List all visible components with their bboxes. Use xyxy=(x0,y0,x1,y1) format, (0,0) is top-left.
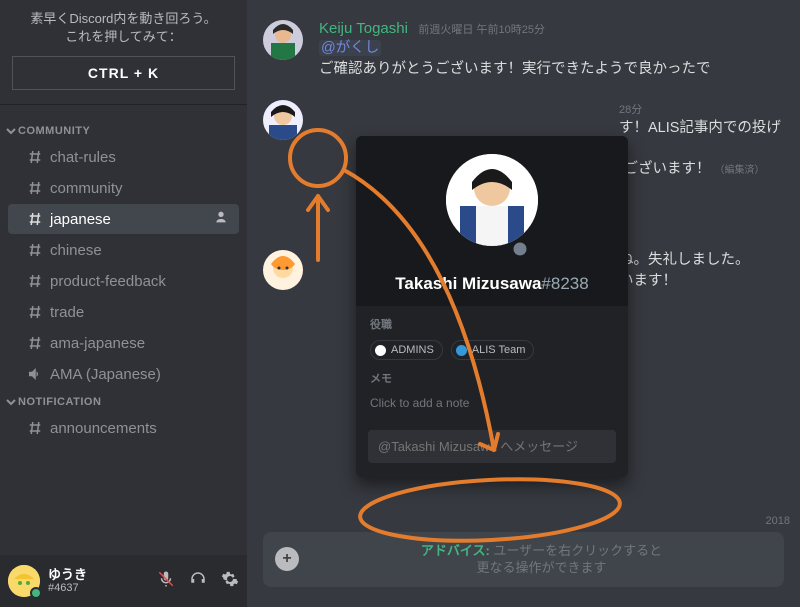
channel-item[interactable]: community xyxy=(8,173,239,203)
author-avatar[interactable] xyxy=(263,100,303,140)
user-popout: Takashi Mizusawa#8238 役職 ADMINS ALIS Team… xyxy=(356,136,628,477)
status-indicator xyxy=(30,587,42,599)
note-label: メモ xyxy=(370,370,614,386)
channel-item[interactable]: AMA (Japanese) xyxy=(8,359,239,389)
roles-label: 役職 xyxy=(370,316,614,332)
quick-switcher: 素早くDiscord内を動き回ろう。 これを押してみて： CTRL + K xyxy=(0,0,247,105)
message-timestamp: 28分 xyxy=(619,104,642,116)
note-input[interactable]: Click to add a note xyxy=(370,394,614,420)
channel-category[interactable]: NOTIFICATION xyxy=(0,390,247,412)
role-chip[interactable]: ADMINS xyxy=(370,340,443,360)
role-color-dot xyxy=(375,345,386,356)
user-panel: ゆうき #4637 xyxy=(0,555,247,607)
add-member-icon[interactable] xyxy=(215,209,231,229)
hash-icon xyxy=(26,210,44,228)
channel-name: chat-rules xyxy=(50,149,116,166)
channel-name: AMA (Japanese) xyxy=(50,366,161,383)
hash-icon xyxy=(26,419,44,437)
channel-name: announcements xyxy=(50,420,157,437)
channel-list: COMMUNITY chat-rules community japanese chin… xyxy=(0,105,247,555)
dm-input[interactable] xyxy=(368,430,616,463)
message-composer[interactable]: + アドバイス: ユーザーを右クリックすると 更なる操作ができます xyxy=(263,532,784,587)
roles-list: ADMINS ALIS Team xyxy=(370,340,614,360)
attach-icon[interactable]: + xyxy=(275,547,299,571)
popout-avatar[interactable] xyxy=(446,154,538,246)
message-content: @がくしご確認ありがとうございます！実行できたようで良かったで xyxy=(319,38,784,80)
hash-icon xyxy=(26,148,44,166)
channel-item[interactable]: chat-rules xyxy=(8,142,239,172)
channel-name: ama-japanese xyxy=(50,335,145,352)
composer-tip: アドバイス: ユーザーを右クリックすると 更なる操作ができます xyxy=(311,542,772,577)
hash-icon xyxy=(26,179,44,197)
channel-item[interactable]: chinese xyxy=(8,235,239,265)
channel-name: chinese xyxy=(50,242,102,259)
role-chip[interactable]: ALIS Team xyxy=(451,340,535,360)
mute-icon[interactable] xyxy=(157,570,175,593)
role-color-dot xyxy=(456,345,467,356)
edited-tag: （編集済） xyxy=(715,165,765,176)
channel-name: japanese xyxy=(50,211,111,228)
self-discriminator: #4637 xyxy=(48,582,87,594)
channel-item[interactable]: japanese xyxy=(8,204,239,234)
hash-icon xyxy=(26,272,44,290)
speaker-icon xyxy=(26,365,44,383)
role-name: ALIS Team xyxy=(472,344,526,356)
popout-username: Takashi Mizusawa xyxy=(395,274,541,293)
message-timestamp: 前週火曜日 午前10時25分 xyxy=(418,24,545,36)
channel-name: community xyxy=(50,180,123,197)
author-avatar[interactable] xyxy=(263,250,303,290)
self-username: ゆうき xyxy=(48,568,87,582)
channel-item[interactable]: trade xyxy=(8,297,239,327)
quick-switch-text-2: これを押してみて： xyxy=(12,28,235,46)
author-name[interactable]: Keiju Togashi xyxy=(319,20,408,37)
settings-icon[interactable] xyxy=(221,570,239,593)
self-avatar[interactable] xyxy=(8,565,40,597)
quick-switch-text-1: 素早くDiscord内を動き回ろう。 xyxy=(12,10,235,28)
role-name: ADMINS xyxy=(391,344,434,356)
channel-name: product-feedback xyxy=(50,273,166,290)
channel-item[interactable]: product-feedback xyxy=(8,266,239,296)
channel-item[interactable]: announcements xyxy=(8,413,239,443)
channel-category[interactable]: COMMUNITY xyxy=(0,119,247,141)
channel-sidebar: 素早くDiscord内を動き回ろう。 これを押してみて： CTRL + K CO… xyxy=(0,0,247,607)
quick-switch-button[interactable]: CTRL + K xyxy=(12,56,235,90)
author-avatar[interactable] xyxy=(263,20,303,60)
mention[interactable]: @がくし xyxy=(319,40,381,56)
channel-item[interactable]: ama-japanese xyxy=(8,328,239,358)
hash-icon xyxy=(26,303,44,321)
date-divider: 2018 xyxy=(766,515,790,527)
hash-icon xyxy=(26,241,44,259)
message: Keiju Togashi 前週火曜日 午前10時25分 @がくしご確認ありがと… xyxy=(247,18,800,98)
hash-icon xyxy=(26,334,44,352)
popout-discriminator: #8238 xyxy=(541,274,588,293)
channel-name: trade xyxy=(50,304,84,321)
deafen-icon[interactable] xyxy=(189,570,207,593)
